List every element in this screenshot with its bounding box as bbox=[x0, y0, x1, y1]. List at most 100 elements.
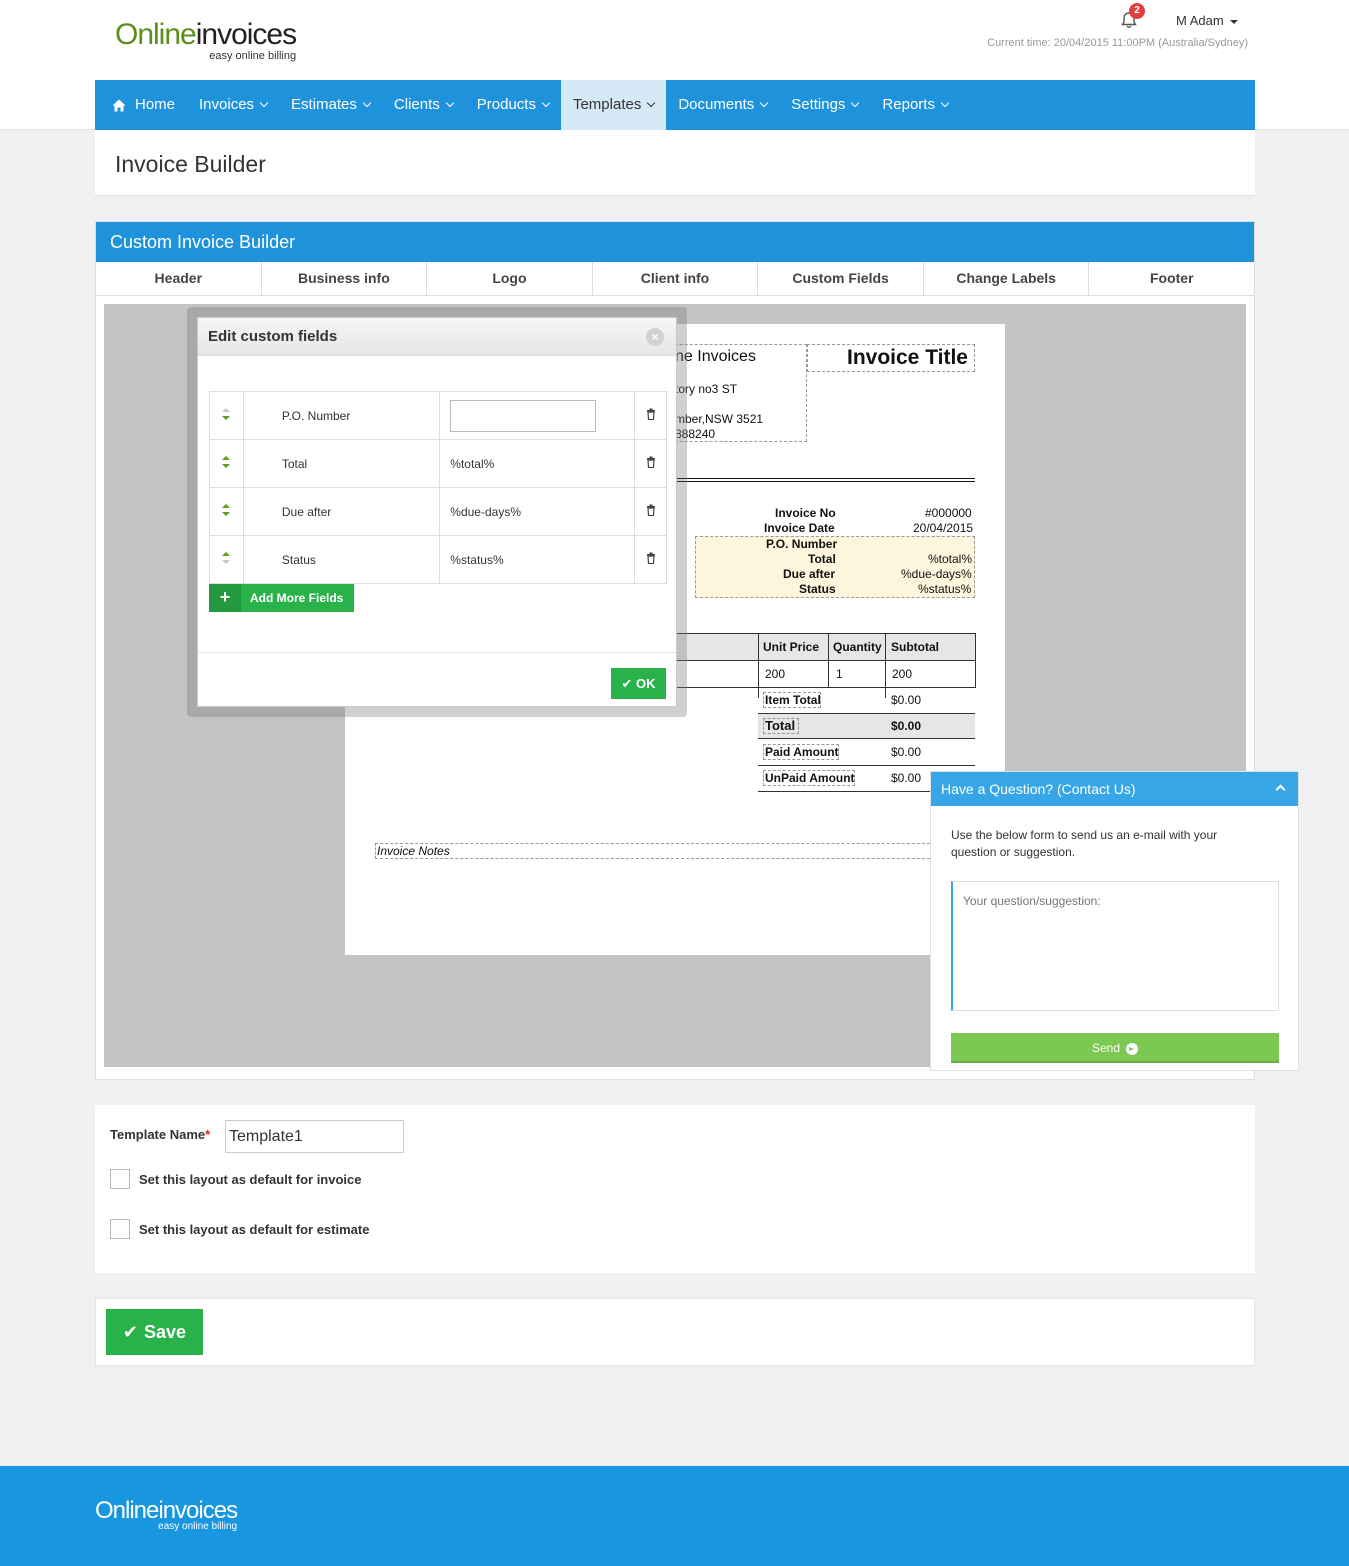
custom-fields-table: P.O. Number Total %total% Due after %due… bbox=[209, 391, 667, 584]
close-icon[interactable]: × bbox=[646, 328, 664, 346]
default-estimate-checkbox[interactable] bbox=[110, 1219, 130, 1239]
add-more-fields-button[interactable]: + Add More Fields bbox=[209, 584, 355, 612]
modal-footer-divider bbox=[198, 652, 676, 653]
sort-icon bbox=[222, 408, 231, 420]
drag-handle[interactable] bbox=[209, 439, 244, 488]
sort-icon bbox=[222, 552, 231, 564]
template-name-input[interactable] bbox=[225, 1120, 404, 1153]
item-unit-price: 200 bbox=[765, 667, 786, 681]
brand-logo[interactable]: Onlineinvoices easy online billing bbox=[115, 18, 297, 62]
logo-part1: Online bbox=[115, 18, 197, 51]
delete-button[interactable] bbox=[634, 535, 667, 584]
nav-invoices[interactable]: Invoices bbox=[187, 80, 279, 130]
tab-business-info[interactable]: Business info bbox=[262, 262, 428, 295]
tab-logo[interactable]: Logo bbox=[427, 262, 593, 295]
nav-settings-label: Settings bbox=[791, 96, 846, 113]
cf-label-total: Total bbox=[808, 552, 836, 566]
delete-button[interactable] bbox=[634, 439, 667, 488]
chevron-down-icon bbox=[362, 98, 372, 108]
trash-icon bbox=[646, 408, 655, 421]
question-textarea[interactable] bbox=[951, 881, 1279, 1011]
chevron-down-icon bbox=[851, 98, 860, 108]
tab-client-info[interactable]: Client info bbox=[593, 262, 759, 295]
chevron-up-icon[interactable] bbox=[1275, 784, 1286, 795]
business-address2: mber,NSW 3521 bbox=[675, 412, 764, 426]
nav-clients[interactable]: Clients bbox=[382, 80, 465, 130]
current-time: Current time: 20/04/2015 11:00PM (Austra… bbox=[987, 37, 1248, 49]
user-name: M Adam bbox=[1176, 13, 1224, 28]
meta-label-invoice-no: Invoice No bbox=[775, 506, 836, 520]
default-invoice-checkbox[interactable] bbox=[110, 1169, 130, 1189]
total-label-unpaid: UnPaid Amount bbox=[765, 771, 855, 785]
total-value-item-total: $0.00 bbox=[891, 693, 922, 707]
sort-icon bbox=[222, 456, 231, 468]
nav-templates[interactable]: Templates bbox=[560, 80, 667, 130]
business-name: ne Invoices bbox=[675, 348, 756, 365]
invoice-title: Invoice Title bbox=[847, 346, 968, 369]
chevron-down-icon bbox=[759, 98, 769, 108]
total-value-unpaid: $0.00 bbox=[891, 771, 922, 785]
tab-header[interactable]: Header bbox=[96, 262, 262, 295]
invoice-notes-label: Invoice Notes bbox=[377, 844, 450, 858]
nav-documents[interactable]: Documents bbox=[666, 80, 779, 130]
ok-button[interactable]: ✔ OK bbox=[611, 668, 666, 699]
table-row: P.O. Number bbox=[209, 391, 667, 440]
table-row: Total %total% bbox=[209, 439, 667, 488]
modal-title: Edit custom fields bbox=[208, 328, 338, 345]
cf-label-status: Status bbox=[799, 582, 836, 596]
user-menu[interactable]: M Adam bbox=[1176, 13, 1238, 28]
tab-change-labels[interactable]: Change Labels bbox=[924, 262, 1090, 295]
tab-custom-fields[interactable]: Custom Fields bbox=[758, 262, 924, 295]
send-button[interactable]: Send bbox=[951, 1033, 1279, 1063]
nav-reports[interactable]: Reports bbox=[870, 80, 960, 130]
invoice-notes-block[interactable] bbox=[375, 843, 965, 859]
nav-estimates-label: Estimates bbox=[291, 96, 357, 113]
field-value: %due-days% bbox=[439, 487, 636, 536]
notification-badge: 2 bbox=[1129, 3, 1145, 19]
save-button[interactable]: ✔ Save bbox=[106, 1309, 203, 1355]
table-row: Due after %due-days% bbox=[209, 487, 667, 536]
nav-products[interactable]: Products bbox=[465, 80, 561, 130]
nav-home[interactable]: Home bbox=[95, 80, 187, 130]
contact-description: Use the below form to send us an e-mail … bbox=[951, 828, 1218, 859]
po-number-input[interactable] bbox=[450, 399, 597, 432]
delete-button[interactable] bbox=[634, 391, 667, 440]
nav-settings[interactable]: Settings bbox=[779, 80, 870, 130]
nav-invoices-label: Invoices bbox=[199, 96, 255, 113]
meta-label-invoice-date: Invoice Date bbox=[764, 521, 835, 535]
template-settings: Template Name* Set this layout as defaul… bbox=[95, 1105, 1255, 1273]
field-value: %status% bbox=[439, 535, 636, 584]
trash-icon bbox=[646, 504, 655, 517]
trash-icon bbox=[646, 456, 655, 469]
check-icon: ✔ bbox=[122, 1321, 139, 1342]
sort-icon bbox=[222, 504, 231, 516]
edit-custom-fields-modal: Edit custom fields × P.O. Number Total %… bbox=[197, 317, 677, 707]
tab-footer[interactable]: Footer bbox=[1089, 262, 1254, 295]
contact-widget: Have a Question? (Contact Us) Use the be… bbox=[930, 771, 1299, 1071]
drag-handle[interactable] bbox=[209, 535, 244, 584]
default-estimate-label: Set this layout as default for estimate bbox=[139, 1222, 370, 1237]
cf-label-po-number: P.O. Number bbox=[766, 537, 838, 551]
contact-title: Have a Question? (Contact Us) bbox=[941, 781, 1136, 797]
chevron-down-icon bbox=[259, 98, 269, 108]
cf-value-total: %total% bbox=[928, 552, 973, 566]
drag-handle[interactable] bbox=[209, 391, 244, 440]
chevron-down-icon bbox=[940, 98, 950, 108]
nav-documents-label: Documents bbox=[678, 96, 755, 113]
check-icon: ✔ bbox=[621, 676, 636, 691]
add-more-fields-label: Add More Fields bbox=[250, 591, 344, 605]
field-label: Due after bbox=[242, 487, 441, 536]
main-nav: Home Invoices Estimates Clients Products… bbox=[95, 80, 1255, 130]
trash-icon bbox=[646, 552, 655, 565]
nav-clients-label: Clients bbox=[393, 96, 440, 113]
delete-button[interactable] bbox=[634, 487, 667, 536]
save-section: ✔ Save bbox=[95, 1298, 1255, 1366]
footer-logo[interactable]: Onlineinvoices easy online billing bbox=[95, 1498, 238, 1533]
ok-label: OK bbox=[636, 676, 656, 691]
send-label: Send bbox=[1091, 1041, 1121, 1055]
drag-handle[interactable] bbox=[209, 487, 244, 536]
logo-part2: invoices bbox=[195, 18, 297, 51]
nav-estimates[interactable]: Estimates bbox=[279, 80, 382, 130]
contact-header[interactable]: Have a Question? (Contact Us) bbox=[931, 772, 1298, 806]
required-mark: * bbox=[205, 1127, 211, 1142]
